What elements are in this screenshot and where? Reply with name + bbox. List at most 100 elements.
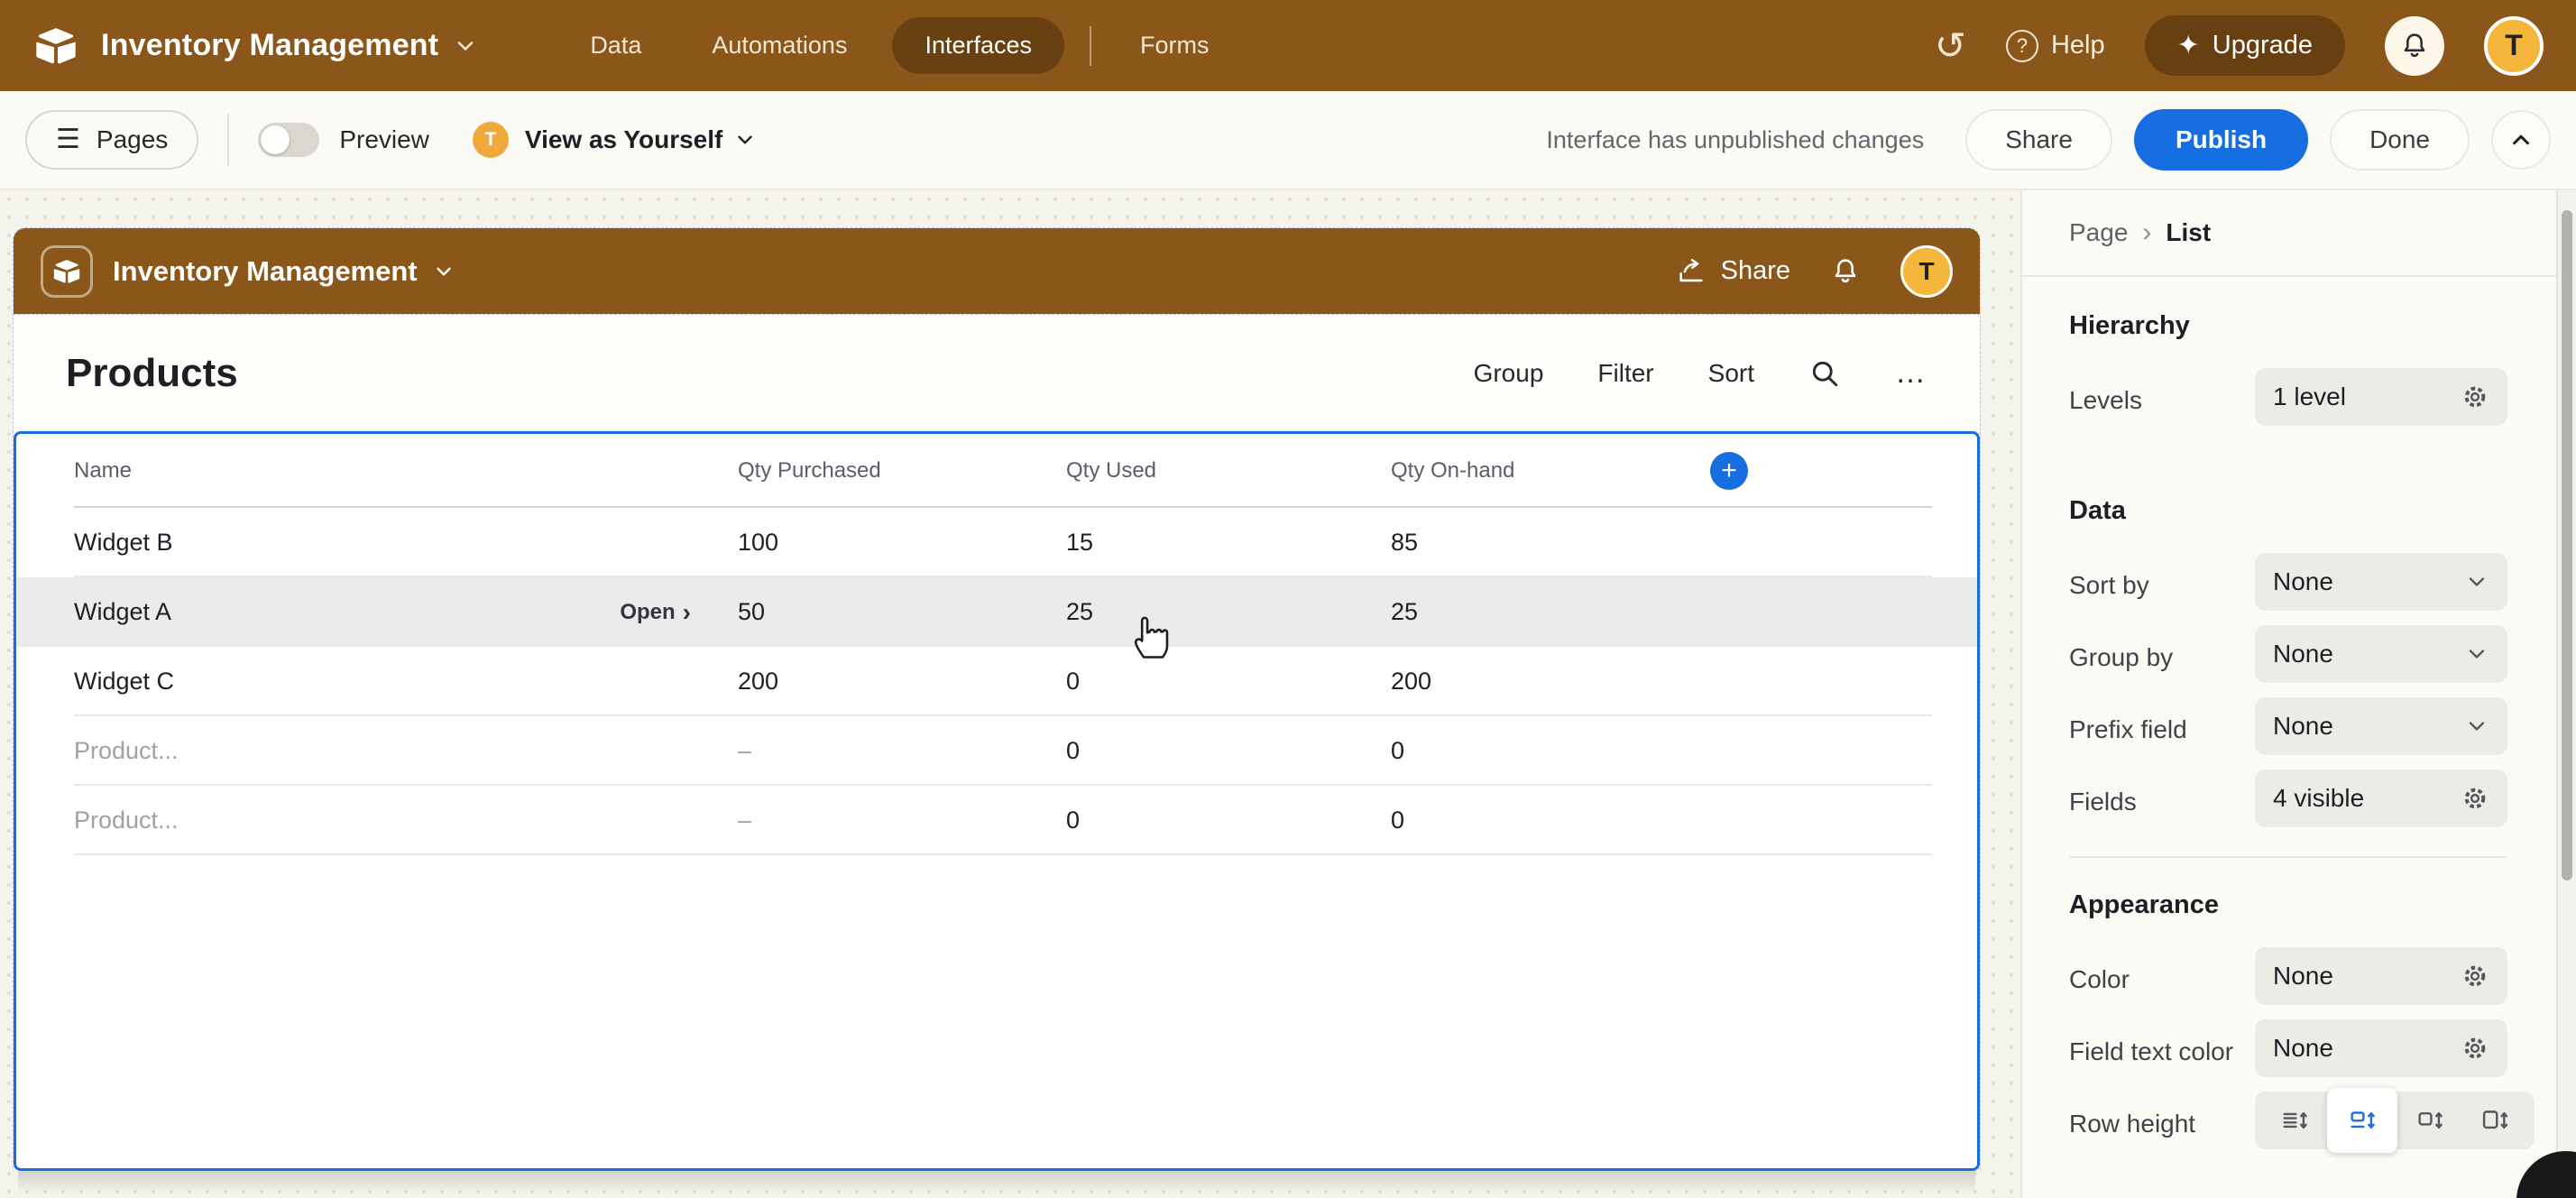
- group-by-dropdown[interactable]: None: [2255, 625, 2507, 683]
- toolbar-divider: [227, 114, 229, 166]
- row-height-short-icon[interactable]: [2262, 1095, 2327, 1146]
- help-label: Help: [2051, 31, 2105, 60]
- table-row[interactable]: Widget B 100 15 85: [16, 508, 1977, 577]
- sort-by-label: Sort by: [2069, 553, 2255, 603]
- sort-by-setting-row: Sort by None: [2069, 553, 2507, 611]
- prefix-field-label: Prefix field: [2069, 697, 2255, 747]
- help-button[interactable]: ? Help: [2006, 30, 2105, 62]
- pages-button[interactable]: ☰ Pages: [25, 110, 198, 170]
- question-icon: ?: [2006, 30, 2038, 62]
- color-control[interactable]: None: [2255, 947, 2507, 1005]
- app-user-avatar[interactable]: T: [1900, 245, 1953, 298]
- app-share-label: Share: [1721, 256, 1790, 286]
- cell-name: Product...: [74, 737, 179, 765]
- app-title[interactable]: Inventory Management: [101, 28, 438, 63]
- app-title-chevron-down-icon[interactable]: [453, 33, 478, 59]
- search-icon[interactable]: [1808, 357, 1841, 390]
- app-header-bar[interactable]: Inventory Management Share: [14, 228, 1980, 314]
- sort-by-dropdown[interactable]: None: [2255, 553, 2507, 611]
- add-field-button[interactable]: +: [1710, 452, 1748, 490]
- collapse-toolbar-button[interactable]: [2491, 110, 2551, 170]
- cell-qty-used: 0: [1066, 737, 1391, 765]
- history-icon[interactable]: ↺: [1935, 27, 1966, 65]
- prefix-field-dropdown[interactable]: None: [2255, 697, 2507, 755]
- notifications-button[interactable]: [2385, 16, 2444, 76]
- top-nav: Data Automations Interfaces Forms: [565, 17, 1254, 74]
- cell-qty-used: 25: [1066, 598, 1391, 626]
- breadcrumb-page-link[interactable]: Page: [2069, 218, 2128, 247]
- app-share-button[interactable]: Share: [1676, 256, 1790, 287]
- preview-toggle[interactable]: [258, 123, 319, 157]
- table-row-placeholder[interactable]: Product... – 0 0: [16, 786, 1977, 855]
- sort-by-value: None: [2273, 567, 2464, 596]
- screen: Inventory Management Data Automations In…: [0, 0, 2576, 1198]
- table-row-placeholder[interactable]: Product... – 0 0: [16, 716, 1977, 786]
- cell-qty-used: 0: [1066, 668, 1391, 696]
- open-record-button[interactable]: Open ›: [620, 598, 691, 627]
- user-avatar[interactable]: T: [2484, 16, 2544, 76]
- cell-name: Widget B: [74, 529, 173, 557]
- column-header-qty-on-hand[interactable]: Qty On-hand: [1391, 458, 1710, 484]
- levels-control[interactable]: 1 level: [2255, 368, 2507, 426]
- topbar-right-cluster: ↺ ? Help ✦ Upgrade T: [1935, 15, 2544, 76]
- hierarchy-section-heading: Hierarchy: [2069, 311, 2507, 341]
- nav-item-data[interactable]: Data: [565, 17, 667, 74]
- fields-value: 4 visible: [2273, 784, 2461, 813]
- share-icon: [1676, 256, 1707, 287]
- view-as-selector[interactable]: View as Yourself: [525, 125, 722, 154]
- column-header-qty-purchased[interactable]: Qty Purchased: [738, 458, 1066, 484]
- gear-icon[interactable]: [2461, 382, 2489, 411]
- preview-label: Preview: [339, 125, 429, 154]
- appearance-section-heading: Appearance: [2069, 890, 2507, 920]
- interface-canvas: Inventory Management Share: [0, 190, 2020, 1198]
- gear-icon[interactable]: [2461, 1034, 2489, 1063]
- nav-divider: [1090, 26, 1091, 66]
- column-header-name[interactable]: Name: [74, 458, 738, 484]
- interface-page: Inventory Management Share: [13, 227, 1981, 1171]
- share-button[interactable]: Share: [1965, 109, 2112, 170]
- view-as-chevron-down-icon[interactable]: [733, 128, 757, 152]
- nav-item-interfaces[interactable]: Interfaces: [892, 17, 1064, 74]
- table-row-hovered[interactable]: Widget A Open › 50 25 25: [16, 577, 1977, 647]
- filter-button[interactable]: Filter: [1597, 359, 1653, 388]
- column-header-qty-used[interactable]: Qty Used: [1066, 458, 1391, 484]
- list-element-selected[interactable]: Name Qty Purchased Qty Used Qty On-hand …: [14, 431, 1980, 1171]
- sort-button[interactable]: Sort: [1708, 359, 1754, 388]
- done-button[interactable]: Done: [2330, 109, 2470, 170]
- breadcrumb-chevron-icon: ›: [2142, 217, 2151, 248]
- nav-item-automations[interactable]: Automations: [686, 17, 872, 74]
- products-header[interactable]: Products Group Filter Sort …: [14, 314, 1980, 431]
- gear-icon[interactable]: [2461, 962, 2489, 991]
- group-button[interactable]: Group: [1474, 359, 1544, 388]
- cell-qty-purchased: 50: [738, 598, 1066, 626]
- cell-qty-on-hand: 0: [1391, 737, 1710, 765]
- table-row[interactable]: Widget C 200 0 200: [16, 647, 1977, 716]
- gear-icon[interactable]: [2461, 784, 2489, 813]
- table-header-row: Name Qty Purchased Qty Used Qty On-hand …: [16, 434, 1977, 508]
- scrollbar-thumb[interactable]: [2562, 210, 2572, 880]
- publish-button[interactable]: Publish: [2134, 109, 2308, 170]
- field-text-color-control[interactable]: None: [2255, 1019, 2507, 1077]
- cell-name: Product...: [74, 806, 179, 834]
- view-as-avatar[interactable]: T: [473, 122, 509, 158]
- color-label: Color: [2069, 947, 2255, 997]
- row-height-extra-tall-icon[interactable]: [2462, 1095, 2527, 1146]
- cell-qty-used: 0: [1066, 806, 1391, 834]
- app-header-title[interactable]: Inventory Management: [113, 255, 418, 288]
- app-header-chevron-down-icon[interactable]: [432, 260, 455, 283]
- row-height-medium-icon-selected[interactable]: [2327, 1088, 2397, 1153]
- nav-item-forms[interactable]: Forms: [1115, 17, 1235, 74]
- app-logo-icon: [41, 245, 93, 298]
- breadcrumb-current: List: [2166, 218, 2211, 247]
- row-height-tall-icon[interactable]: [2397, 1095, 2462, 1146]
- window-scrollbar[interactable]: [2556, 190, 2576, 1198]
- fields-control[interactable]: 4 visible: [2255, 769, 2507, 827]
- cell-qty-on-hand: 0: [1391, 806, 1710, 834]
- unpublished-status-text: Interface has unpublished changes: [1546, 126, 1924, 154]
- settings-panel: Page › List Hierarchy Levels 1 level Dat…: [2020, 190, 2556, 1198]
- app-bell-icon[interactable]: [1830, 256, 1861, 287]
- more-options-icon[interactable]: …: [1895, 367, 1927, 380]
- airtable-logo-icon[interactable]: [32, 23, 79, 69]
- upgrade-button[interactable]: ✦ Upgrade: [2145, 15, 2345, 76]
- pages-label: Pages: [97, 125, 168, 154]
